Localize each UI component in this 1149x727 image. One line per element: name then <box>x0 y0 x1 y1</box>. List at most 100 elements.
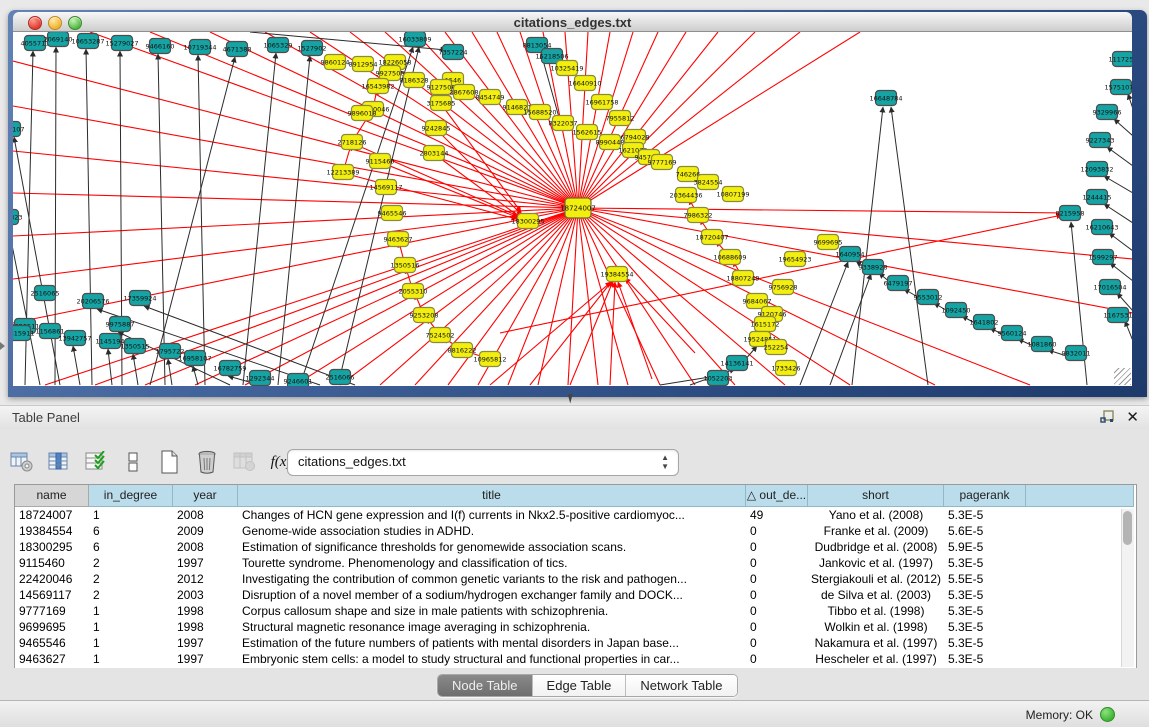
graph-edge[interactable] <box>578 208 628 385</box>
graph-node-label: 4671388 <box>223 45 252 53</box>
graph-edge[interactable] <box>800 262 848 385</box>
table-header-cell[interactable] <box>1026 485 1134 507</box>
delete-column-icon[interactable] <box>193 449 221 475</box>
graph-edge[interactable] <box>168 359 172 385</box>
graph-edge[interactable] <box>13 151 578 208</box>
window-titlebar[interactable]: citations_edges.txt <box>13 12 1132 32</box>
graph-edge[interactable] <box>73 346 80 385</box>
show-columns-icon[interactable] <box>45 449 73 475</box>
graph-edge[interactable] <box>530 281 612 385</box>
graph-node-label: 16640910 <box>568 79 601 87</box>
graph-node-label: 1527902 <box>298 44 327 52</box>
citation-network-graph[interactable]: 4055711206914010653287152790279466160107… <box>13 32 1132 386</box>
table-vertical-scrollbar[interactable] <box>1121 509 1134 667</box>
graph-edge[interactable] <box>568 208 578 385</box>
table-row[interactable]: 946362711997Embryonic stem cells: a mode… <box>15 651 1136 667</box>
close-panel-icon[interactable]: ✕ <box>1126 408 1139 426</box>
table-row[interactable]: 1872400712008Changes of HCN gene express… <box>15 507 1136 523</box>
graph-node-label: 8816222 <box>448 346 477 354</box>
graph-edge[interactable] <box>891 107 928 385</box>
table-selector-dropdown[interactable]: citations_edges.txt ▲▼ <box>287 449 679 476</box>
graph-edge[interactable] <box>198 55 205 385</box>
table-cell: Wolkin et al. (1998) <box>808 619 944 635</box>
table-row[interactable]: 977716911998Corpus callosum shape and si… <box>15 603 1136 619</box>
table-cell: 1 <box>89 507 173 523</box>
graph-edge[interactable] <box>1114 119 1132 136</box>
table-header-cell[interactable]: in_degree <box>89 485 173 507</box>
graph-node-label: 8912954 <box>349 60 378 68</box>
graph-node-label: 12213389 <box>326 168 359 176</box>
table-cell: 1998 <box>173 603 238 619</box>
table-row[interactable]: 1938455462009Genome-wide association stu… <box>15 523 1136 539</box>
tab-network-table[interactable]: Network Table <box>626 675 736 696</box>
graph-edge[interactable] <box>610 282 615 385</box>
graph-node-label: 9896018 <box>348 109 377 117</box>
graph-node-label: 1562615 <box>573 128 602 136</box>
graph-edge[interactable] <box>1109 233 1132 251</box>
graph-edge[interactable] <box>578 208 1068 213</box>
graph-edge[interactable] <box>1125 321 1132 341</box>
table-header-cell[interactable]: pagerank <box>944 485 1026 507</box>
table-row[interactable]: 911546021997Tourette syndrome. Phenomeno… <box>15 555 1136 571</box>
table-header-cell[interactable]: short <box>808 485 944 507</box>
graph-edge[interactable] <box>490 282 611 385</box>
graph-node-label: 9777169 <box>648 158 677 166</box>
table-row[interactable]: 1830029562008Estimation of significance … <box>15 539 1136 555</box>
graph-edge[interactable] <box>830 274 871 385</box>
float-window-icon[interactable] <box>1100 410 1115 425</box>
graph-edge[interactable] <box>618 282 652 379</box>
graph-node-label: 6794028 <box>621 133 650 141</box>
graph-edge[interactable] <box>1104 176 1132 193</box>
table-cell: 6 <box>89 539 173 555</box>
table-header-cell[interactable]: △ out_de... <box>746 485 808 507</box>
graph-node-label: 2803144 <box>420 149 449 157</box>
graph-edge[interactable] <box>1110 263 1132 281</box>
graph-node-label: 18300295 <box>511 217 544 225</box>
delete-table-icon[interactable] <box>230 449 258 475</box>
table-panel-header[interactable]: Table Panel ✕ <box>0 405 1149 430</box>
scrollbar-thumb[interactable] <box>1123 511 1132 545</box>
graph-edge[interactable] <box>1107 147 1132 166</box>
graph-edge[interactable] <box>13 106 578 208</box>
window-resize-grip[interactable] <box>1114 368 1131 385</box>
create-column-icon[interactable] <box>156 449 184 475</box>
table-header-cell[interactable]: year <box>173 485 238 507</box>
graph-node-label: 15688520 <box>523 108 556 116</box>
table-cell: Jankovic et al. (1997) <box>808 555 944 571</box>
merge-column-icon[interactable] <box>119 449 147 475</box>
tab-edge-table[interactable]: Edge Table <box>533 675 627 696</box>
table-cell: Nakamura et al. (1997) <box>808 635 944 651</box>
graph-edge[interactable] <box>14 137 60 385</box>
table-row[interactable]: 969969511998Structural magnetic resonanc… <box>15 619 1136 635</box>
graph-edge[interactable] <box>570 281 613 385</box>
network-view-window[interactable]: citations_edges.txt 40557112069140106532… <box>8 10 1147 397</box>
table-cell: 1 <box>89 635 173 651</box>
graph-node-label: 2053107 <box>13 125 24 133</box>
graph-edge[interactable] <box>243 53 276 385</box>
graph-edge[interactable] <box>578 208 1030 385</box>
table-row[interactable]: 2242004622012Investigating the contribut… <box>15 571 1136 587</box>
graph-edge[interactable] <box>13 208 578 279</box>
table-cell: 2 <box>89 587 173 603</box>
table-mode-icon[interactable] <box>8 449 36 475</box>
table-row[interactable]: 946554611997Estimation of the future num… <box>15 635 1136 651</box>
graph-edge[interactable] <box>158 54 165 385</box>
table-header-cell[interactable]: name <box>15 485 89 507</box>
tab-node-table[interactable]: Node Table <box>438 675 533 696</box>
memory-ok-indicator[interactable] <box>1100 707 1115 722</box>
table-cell: Changes of HCN gene expression and I(f) … <box>238 507 746 523</box>
select-columns-icon[interactable] <box>82 449 110 475</box>
network-canvas[interactable]: 4055711206914010653287152790279466160107… <box>13 32 1132 386</box>
graph-node-label: 9463627 <box>384 235 413 243</box>
table-header-cell[interactable]: title <box>238 485 746 507</box>
table-cell: 0 <box>746 651 808 667</box>
panel-collapse-arrow-icon[interactable] <box>0 342 5 350</box>
table-row[interactable]: 1456911722003Disruption of a novel membe… <box>15 587 1136 603</box>
graph-node-label: 10653287 <box>71 37 104 45</box>
graph-node-label: 9975887 <box>106 320 135 328</box>
graph-edge[interactable] <box>1128 94 1132 109</box>
graph-edge[interactable] <box>340 208 578 385</box>
graph-node-label: 1167531 <box>1104 311 1132 319</box>
table-cell: Estimation of the future numbers of pati… <box>238 635 746 651</box>
graph-edge[interactable] <box>625 278 695 353</box>
